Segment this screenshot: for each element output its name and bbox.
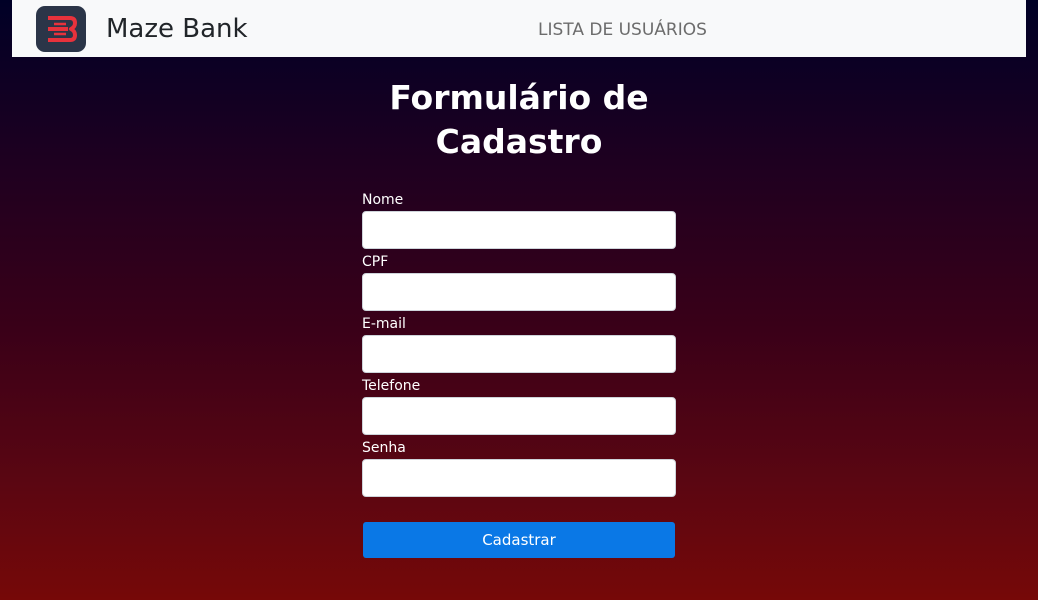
registration-form: Nome CPF E-mail Telefone Senha [362,190,676,500]
maze-bank-logo-icon[interactable] [36,6,86,52]
field-email: E-mail [362,314,676,376]
nav-link-user-list[interactable]: LISTA DE USUÁRIOS [538,19,707,41]
field-nome: Nome [362,190,676,252]
cpf-label: CPF [362,254,389,270]
brand-name[interactable]: Maze Bank [106,11,248,47]
telefone-input[interactable] [362,397,676,435]
email-label: E-mail [362,316,406,332]
page-title-line-1: Formulário de [389,78,649,117]
navbar: Maze Bank LISTA DE USUÁRIOS [12,0,1026,57]
field-cpf: CPF [362,252,676,314]
senha-input[interactable] [362,459,676,497]
nome-input[interactable] [362,211,676,249]
nome-label: Nome [362,192,404,208]
cpf-input[interactable] [362,273,676,311]
email-input[interactable] [362,335,676,373]
senha-label: Senha [362,440,406,456]
field-telefone: Telefone [362,376,676,438]
field-senha: Senha [362,438,676,500]
page-title-line-2: Cadastro [435,122,603,161]
page-title: Formulário de Cadastro [369,76,669,164]
cadastrar-button[interactable]: Cadastrar [363,522,675,558]
telefone-label: Telefone [362,378,421,394]
